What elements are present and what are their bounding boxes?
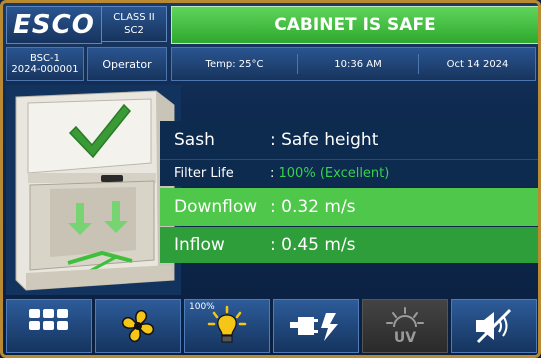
filter-life-label: Filter Life — [174, 165, 234, 181]
uv-lamp-icon: UV — [386, 307, 424, 346]
downflow-row: Downflow : 0.32 m/s — [160, 188, 538, 226]
cabinet-screen: ESCO CLASS II SC2 CABINET IS SAFE BSC-1 … — [0, 0, 541, 358]
uv-button[interactable]: UV — [362, 299, 448, 353]
menu-button[interactable] — [6, 299, 92, 353]
cabinet-class: CLASS II SC2 — [101, 6, 167, 42]
date-readout: Oct 14 2024 — [446, 58, 509, 70]
sash-label: Sash — [174, 130, 215, 150]
menu-grid-icon — [29, 309, 68, 330]
filter-life-prefix: : — [270, 165, 279, 181]
inflow-label: Inflow — [174, 235, 225, 255]
user-cell[interactable]: Operator — [87, 47, 167, 81]
light-button[interactable]: 100% — [184, 299, 270, 353]
class-line1: CLASS II — [113, 12, 155, 23]
inflow-row: Inflow : 0.45 m/s — [160, 227, 538, 263]
svg-text:UV: UV — [394, 330, 416, 346]
filter-life-value: 100% (Excellent) — [278, 165, 390, 181]
cabinet-status-banner: CABINET IS SAFE — [171, 6, 538, 44]
mute-icon — [476, 308, 512, 344]
fan-icon — [122, 310, 154, 342]
time-readout: 10:36 AM — [334, 58, 382, 70]
serial-number: 2024-000001 — [11, 64, 79, 75]
info-row: BSC-1 2024-000001 Operator Temp: 25°C 10… — [6, 45, 538, 83]
filter-life-row: Filter Life : 100% (Excellent) — [160, 159, 538, 186]
header: ESCO CLASS II SC2 CABINET IS SAFE — [3, 3, 538, 45]
cabinet-id: BSC-1 — [30, 53, 60, 64]
cabinet-illustration — [6, 85, 181, 295]
light-level: 100% — [189, 302, 215, 312]
power-plug-icon — [290, 313, 338, 341]
mute-button[interactable] — [451, 299, 537, 353]
temperature-readout: Temp: 25°C — [205, 58, 264, 70]
sash-value: : Safe height — [270, 130, 379, 150]
cabinet-id-cell[interactable]: BSC-1 2024-000001 — [6, 47, 84, 81]
filter-life-value-wrap: : 100% (Excellent) — [270, 166, 389, 181]
downflow-value: : 0.32 m/s — [270, 197, 356, 217]
bottom-toolbar: 100% UV — [6, 297, 538, 355]
inflow-value: : 0.45 m/s — [270, 235, 356, 255]
power-button[interactable] — [273, 299, 359, 353]
class-line2: SC2 — [124, 25, 144, 36]
status-info-bar: Temp: 25°C 10:36 AM Oct 14 2024 — [171, 47, 536, 81]
fan-button[interactable] — [95, 299, 181, 353]
esco-logo: ESCO — [6, 6, 102, 44]
downflow-label: Downflow — [174, 197, 258, 217]
sash-row: Sash : Safe height — [160, 121, 538, 159]
